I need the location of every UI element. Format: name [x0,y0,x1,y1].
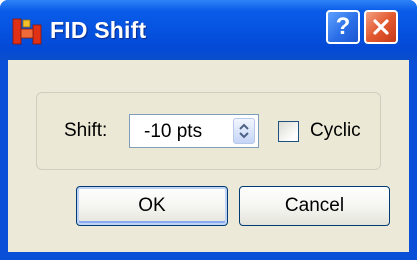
spin-down-icon[interactable] [238,132,250,139]
cancel-button[interactable]: Cancel [239,186,390,226]
help-button[interactable]: ? [326,10,360,44]
spin-up-icon[interactable] [238,123,250,130]
app-icon [12,18,42,45]
title-bar[interactable]: FID Shift ? [0,0,417,60]
ok-button[interactable]: OK [76,186,228,226]
dialog-window: FID Shift ? Shift: -10 pts Cyclic OK Can… [0,0,417,260]
cyclic-checkbox[interactable] [278,121,299,142]
question-mark-icon: ? [335,13,351,40]
close-icon [373,19,389,35]
window-title: FID Shift [50,17,147,43]
cyclic-label[interactable]: Cyclic [310,120,361,142]
shift-spin-buttons[interactable] [233,118,255,144]
close-button[interactable] [364,10,398,44]
shift-spinbox[interactable]: -10 pts [129,114,259,148]
dialog-body: Shift: -10 pts Cyclic OK Cancel [8,60,409,252]
shift-value[interactable]: -10 pts [144,121,202,143]
shift-label: Shift: [64,120,108,141]
